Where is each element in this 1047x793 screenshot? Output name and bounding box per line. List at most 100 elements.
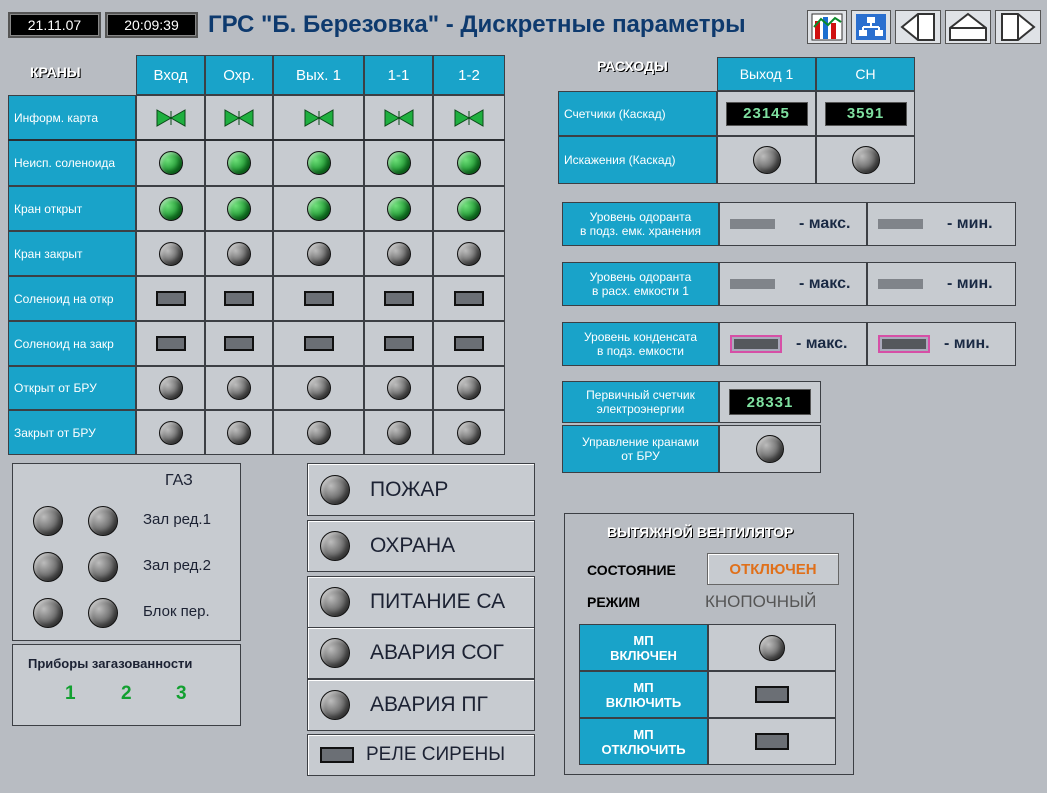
- crane-solenoid-indicator: [224, 291, 254, 306]
- gas-sensor-indicator: [33, 506, 63, 536]
- crane-led-indicator: [227, 196, 251, 221]
- crane-status-cell: [136, 321, 205, 366]
- crane-led-indicator: [227, 376, 251, 400]
- alarm-button[interactable]: ПОЖАР: [307, 463, 535, 516]
- alarm-label: ПИТАНИЕ СА: [370, 590, 506, 613]
- crane-row-label: Открыт от БРУ: [8, 366, 136, 410]
- crane-row-label: Закрыт от БРУ: [8, 410, 136, 455]
- crane-status-cell: [433, 140, 505, 186]
- cranes-title: КРАНЫ: [30, 64, 81, 80]
- bru-control-cell: [719, 425, 821, 473]
- crane-status-cell: [433, 410, 505, 455]
- fan-row-label: МП ВКЛЮЧИТЬ: [579, 671, 708, 718]
- cranes-separator: [8, 139, 505, 141]
- distortion-exit1-cell: [717, 136, 816, 184]
- gas-detectors-title: Приборы загазованности: [28, 656, 193, 671]
- cranes-col-header: 1-2: [433, 55, 505, 95]
- gas-sensor-indicator: [88, 506, 118, 536]
- counter-sn-cell: 3591: [816, 91, 915, 136]
- alarm-indicator: [320, 690, 350, 720]
- level-max-cell: - макс.: [719, 202, 867, 246]
- crane-led-indicator: [227, 420, 251, 445]
- crane-solenoid-indicator: [454, 336, 484, 351]
- arrow-up-icon[interactable]: [945, 10, 991, 44]
- crane-led-indicator: [457, 376, 481, 400]
- fan-row-line2: ОТКЛЮЧИТЬ: [601, 741, 686, 757]
- crane-status-cell: [205, 410, 273, 455]
- distortion-sn-indicator: [851, 146, 880, 174]
- alarm-label: ПОЖАР: [370, 477, 449, 501]
- valve-icon: [453, 108, 485, 128]
- crane-status-cell: [205, 95, 273, 140]
- fan-state-label: СОСТОЯНИЕ: [587, 562, 676, 578]
- fan-state-value[interactable]: ОТКЛЮЧЕН: [707, 553, 839, 585]
- crane-solenoid-indicator: [224, 336, 254, 351]
- alarm-button[interactable]: ПИТАНИЕ СА: [307, 576, 535, 628]
- crane-status-cell: [364, 410, 433, 455]
- fan-row-cell[interactable]: [708, 718, 836, 765]
- fan-row-line2: ВКЛЮЧЕН: [610, 647, 677, 663]
- gas-detector-2: 2: [121, 683, 132, 704]
- crane-led-indicator: [158, 241, 183, 266]
- crane-row-label: Соленоид на закр: [8, 321, 136, 366]
- level-max-indicator: [730, 279, 775, 289]
- page-title: ГРС "Б. Березовка" - Дискретные параметр…: [208, 11, 746, 38]
- fan-row-cell: [708, 624, 836, 671]
- crane-led-indicator: [386, 376, 411, 400]
- crane-status-cell: [273, 410, 364, 455]
- crane-status-cell: [433, 95, 505, 140]
- alarm-button[interactable]: ОХРАНА: [307, 520, 535, 572]
- fan-command-button[interactable]: [755, 733, 789, 750]
- arrow-right-icon[interactable]: [995, 10, 1041, 44]
- crane-status-cell: [136, 410, 205, 455]
- crane-row-label: Неисп. соленоида: [8, 140, 136, 186]
- crane-row-label: Соленоид на откр: [8, 276, 136, 321]
- fan-mode-value: КНОПОЧНЫЙ: [705, 592, 817, 611]
- crane-led-indicator: [158, 420, 183, 445]
- fan-row-line2: ВКЛЮЧИТЬ: [605, 694, 682, 710]
- crane-led-indicator: [386, 420, 411, 445]
- alarm-button[interactable]: АВАРИЯ ПГ: [307, 679, 535, 731]
- gas-panel: ГАЗ Зал ред.1 Зал ред.2 Блок пер.: [12, 463, 241, 641]
- alarm-button[interactable]: АВАРИЯ СОГ: [307, 627, 535, 679]
- siren-relay-button[interactable]: РЕЛЕ СИРЕНЫ: [307, 734, 535, 776]
- crane-status-cell: [433, 276, 505, 321]
- alarm-indicator: [320, 531, 350, 561]
- crane-led-indicator: [227, 151, 251, 175]
- valve-icon: [303, 108, 335, 128]
- crane-status-cell: [273, 231, 364, 276]
- level-max-label: - макс.: [799, 215, 851, 232]
- date-display: 21.11.07: [8, 12, 101, 38]
- arrow-left-icon[interactable]: [895, 10, 941, 44]
- distortion-label: Искажения (Каскад): [558, 136, 717, 184]
- cranes-col-header: Вход: [136, 55, 205, 95]
- time-display: 20:09:39: [105, 12, 198, 38]
- bru-control-label-line2: от БРУ: [621, 449, 660, 463]
- crane-status-cell: [364, 186, 433, 231]
- bru-control-label-line1: Управление кранами: [582, 435, 699, 449]
- fan-panel: ВЫТЯЖНОЙ ВЕНТИЛЯТОР СОСТОЯНИЕ ОТКЛЮЧЕН Р…: [564, 513, 854, 775]
- crane-status-cell: [136, 366, 205, 410]
- cranes-col-header: Охр.: [205, 55, 273, 95]
- flows-col-sn: СН: [816, 57, 915, 91]
- gas-detector-1: 1: [65, 683, 76, 704]
- crane-status-cell: [364, 95, 433, 140]
- level-label-line1: Уровень конденсата: [584, 330, 697, 344]
- network-scheme-icon[interactable]: [851, 10, 891, 44]
- crane-led-indicator: [386, 196, 411, 221]
- level-min-indicator: [878, 335, 930, 353]
- fan-command-button[interactable]: [755, 686, 789, 703]
- gas-sensor-indicator: [88, 552, 118, 582]
- trend-chart-icon[interactable]: [807, 10, 847, 44]
- level-min-indicator: [878, 279, 923, 289]
- fan-row-label: МП ОТКЛЮЧИТЬ: [579, 718, 708, 765]
- fan-row-line1: МП: [633, 632, 654, 648]
- crane-row-label: Кран открыт: [8, 186, 136, 231]
- fan-row-cell[interactable]: [708, 671, 836, 718]
- level-min-cell: - мин.: [867, 322, 1016, 366]
- cranes-col-header: 1-1: [364, 55, 433, 95]
- level-label-line1: Уровень одоранта: [589, 270, 692, 284]
- energy-label-line2: электроэнергии: [596, 402, 685, 416]
- crane-led-indicator: [158, 151, 183, 175]
- level-label: Уровень одоранта в расх. емкости 1: [562, 262, 719, 306]
